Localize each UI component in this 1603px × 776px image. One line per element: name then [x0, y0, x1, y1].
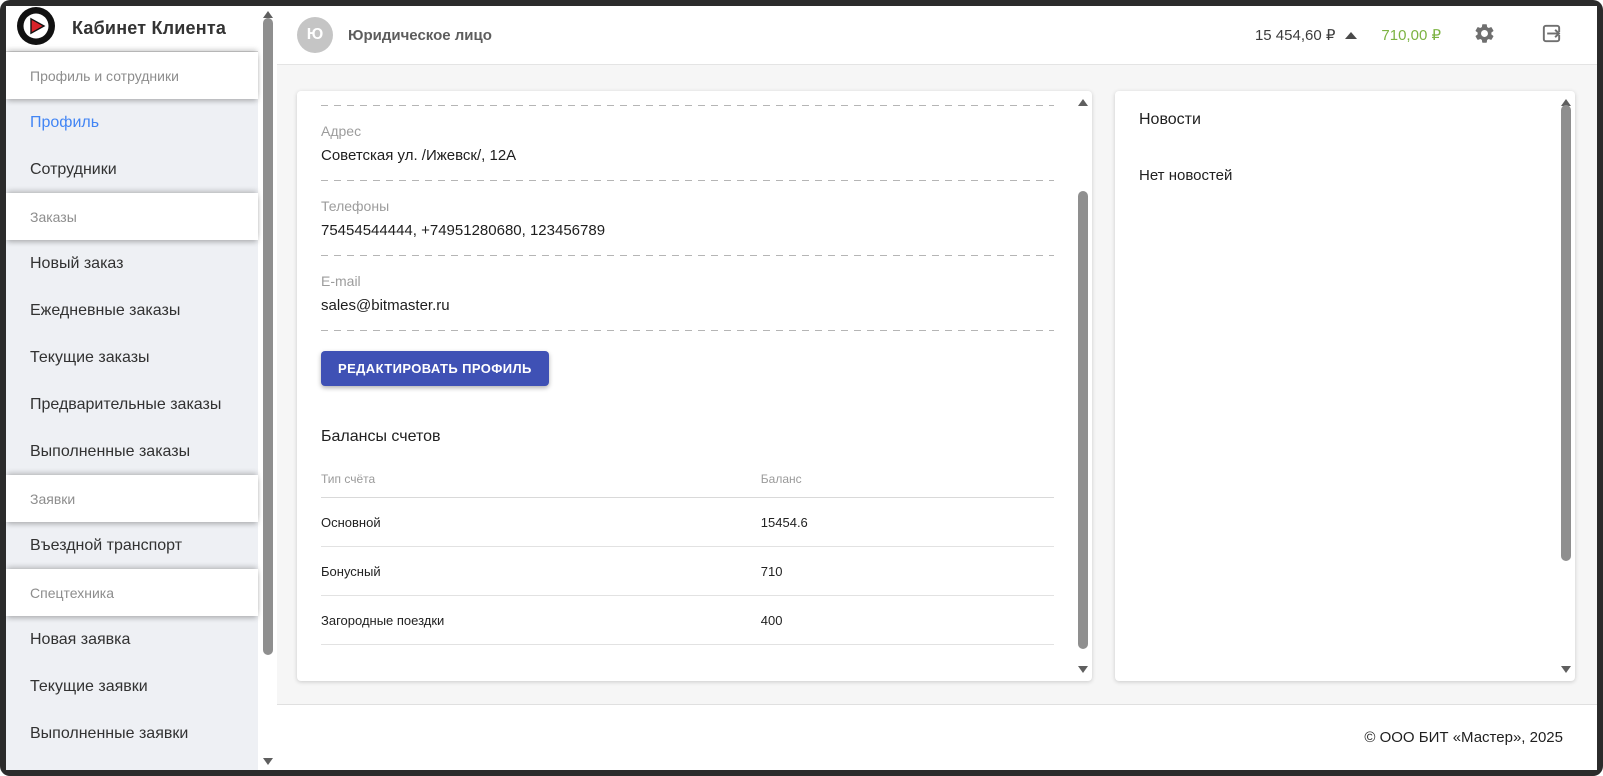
- news-card: Новости Нет новостей: [1115, 91, 1575, 681]
- copyright-text: © ООО БИТ «Мастер», 2025: [1364, 729, 1563, 746]
- scroll-up-icon[interactable]: [263, 11, 273, 18]
- address-value: Советская ул. /Ижевск/, 12А: [321, 146, 1054, 166]
- scrollbar-thumb[interactable]: [263, 18, 273, 655]
- dashed-divider: [321, 330, 1054, 331]
- account-type-cell: Загородные поездки: [321, 613, 761, 628]
- table-row: Основной 15454.6: [321, 498, 1054, 547]
- sidebar-nav: Профиль и сотрудники Профиль Сотрудники …: [6, 52, 258, 770]
- footer: © ООО БИТ «Мастер», 2025: [277, 704, 1597, 770]
- company-name: Юридическое лицо: [348, 27, 492, 44]
- logout-button[interactable]: [1540, 22, 1563, 48]
- column-header-balance: Баланс: [761, 472, 1054, 486]
- email-label: E-mail: [321, 272, 1054, 290]
- content-area: Адрес Советская ул. /Ижевск/, 12А Телефо…: [277, 65, 1597, 704]
- main-balance: 15 454,60 ₽: [1255, 26, 1335, 44]
- profile-card: Адрес Советская ул. /Ижевск/, 12А Телефо…: [297, 91, 1092, 681]
- app-window: Кабинет Клиента Профиль и сотрудники Про…: [0, 0, 1603, 776]
- sidebar-section-special-equipment: Спецтехника: [6, 569, 258, 616]
- table-header-row: Тип счёта Баланс: [321, 460, 1054, 498]
- sidebar-scrollbar[interactable]: [258, 6, 277, 770]
- scrollbar-thumb[interactable]: [1078, 191, 1088, 649]
- sidebar-item-completed-requests[interactable]: Выполненные заявки: [6, 710, 258, 757]
- table-row: Загородные поездки 400: [321, 596, 1054, 645]
- sidebar-logo-row: Кабинет Клиента: [6, 6, 258, 52]
- phones-label: Телефоны: [321, 197, 1054, 215]
- phones-value: 75454544444, +74951280680, 123456789: [321, 221, 1054, 241]
- sidebar-item-employees[interactable]: Сотрудники: [6, 146, 258, 193]
- sidebar-item-new-order[interactable]: Новый заказ: [6, 240, 258, 287]
- sidebar-section-profile-employees: Профиль и сотрудники: [6, 52, 258, 99]
- scroll-down-icon[interactable]: [263, 758, 273, 765]
- balances-table: Тип счёта Баланс Основной 15454.6 Бонусн…: [321, 460, 1054, 645]
- dashed-divider: [321, 180, 1054, 181]
- sidebar-item-preliminary-orders[interactable]: Предварительные заказы: [6, 381, 258, 428]
- scroll-down-icon[interactable]: [1561, 666, 1571, 673]
- profile-card-scrollbar[interactable]: [1075, 91, 1091, 681]
- app-title: Кабинет Клиента: [72, 18, 226, 39]
- gear-icon: [1473, 22, 1496, 48]
- balance-cell: 15454.6: [761, 515, 1054, 530]
- dashed-divider: [321, 255, 1054, 256]
- news-card-scrollbar[interactable]: [1558, 91, 1574, 681]
- app-logo-icon: [16, 6, 56, 51]
- balances-heading: Балансы счетов: [321, 426, 1054, 448]
- sidebar: Кабинет Клиента Профиль и сотрудники Про…: [6, 6, 258, 770]
- sidebar-item-completed-orders[interactable]: Выполненные заказы: [6, 428, 258, 475]
- news-empty-message: Нет новостей: [1139, 167, 1537, 184]
- sidebar-section-orders: Заказы: [6, 193, 258, 240]
- balance-caret-up-icon[interactable]: [1345, 32, 1357, 39]
- dashed-divider: [321, 105, 1054, 106]
- avatar: Ю: [297, 17, 333, 53]
- edit-profile-button[interactable]: РЕДАКТИРОВАТЬ ПРОФИЛЬ: [321, 351, 549, 386]
- bonus-balance: 710,00 ₽: [1381, 26, 1441, 44]
- email-value: sales@bitmaster.ru: [321, 296, 1054, 316]
- table-row: Бонусный 710: [321, 547, 1054, 596]
- sidebar-item-daily-orders[interactable]: Ежедневные заказы: [6, 287, 258, 334]
- settings-button[interactable]: [1473, 22, 1496, 48]
- sidebar-item-inbound-transport[interactable]: Въездной транспорт: [6, 522, 258, 569]
- account-type-cell: Бонусный: [321, 564, 761, 579]
- address-label: Адрес: [321, 122, 1054, 140]
- scroll-up-icon[interactable]: [1078, 99, 1088, 106]
- topbar: Ю Юридическое лицо 15 454,60 ₽ 710,00 ₽: [277, 6, 1597, 65]
- sidebar-item-current-requests[interactable]: Текущие заявки: [6, 663, 258, 710]
- scroll-down-icon[interactable]: [1078, 666, 1088, 673]
- sidebar-item-profile[interactable]: Профиль: [6, 99, 258, 146]
- sidebar-item-current-orders[interactable]: Текущие заказы: [6, 334, 258, 381]
- news-title: Новости: [1139, 111, 1537, 129]
- scrollbar-thumb[interactable]: [1561, 105, 1571, 561]
- account-type-cell: Основной: [321, 515, 761, 530]
- sidebar-item-new-request[interactable]: Новая заявка: [6, 616, 258, 663]
- balance-cell: 710: [761, 564, 1054, 579]
- logout-icon: [1540, 22, 1563, 48]
- column-header-account-type: Тип счёта: [321, 472, 761, 486]
- sidebar-section-requests: Заявки: [6, 475, 258, 522]
- balance-cell: 400: [761, 613, 1054, 628]
